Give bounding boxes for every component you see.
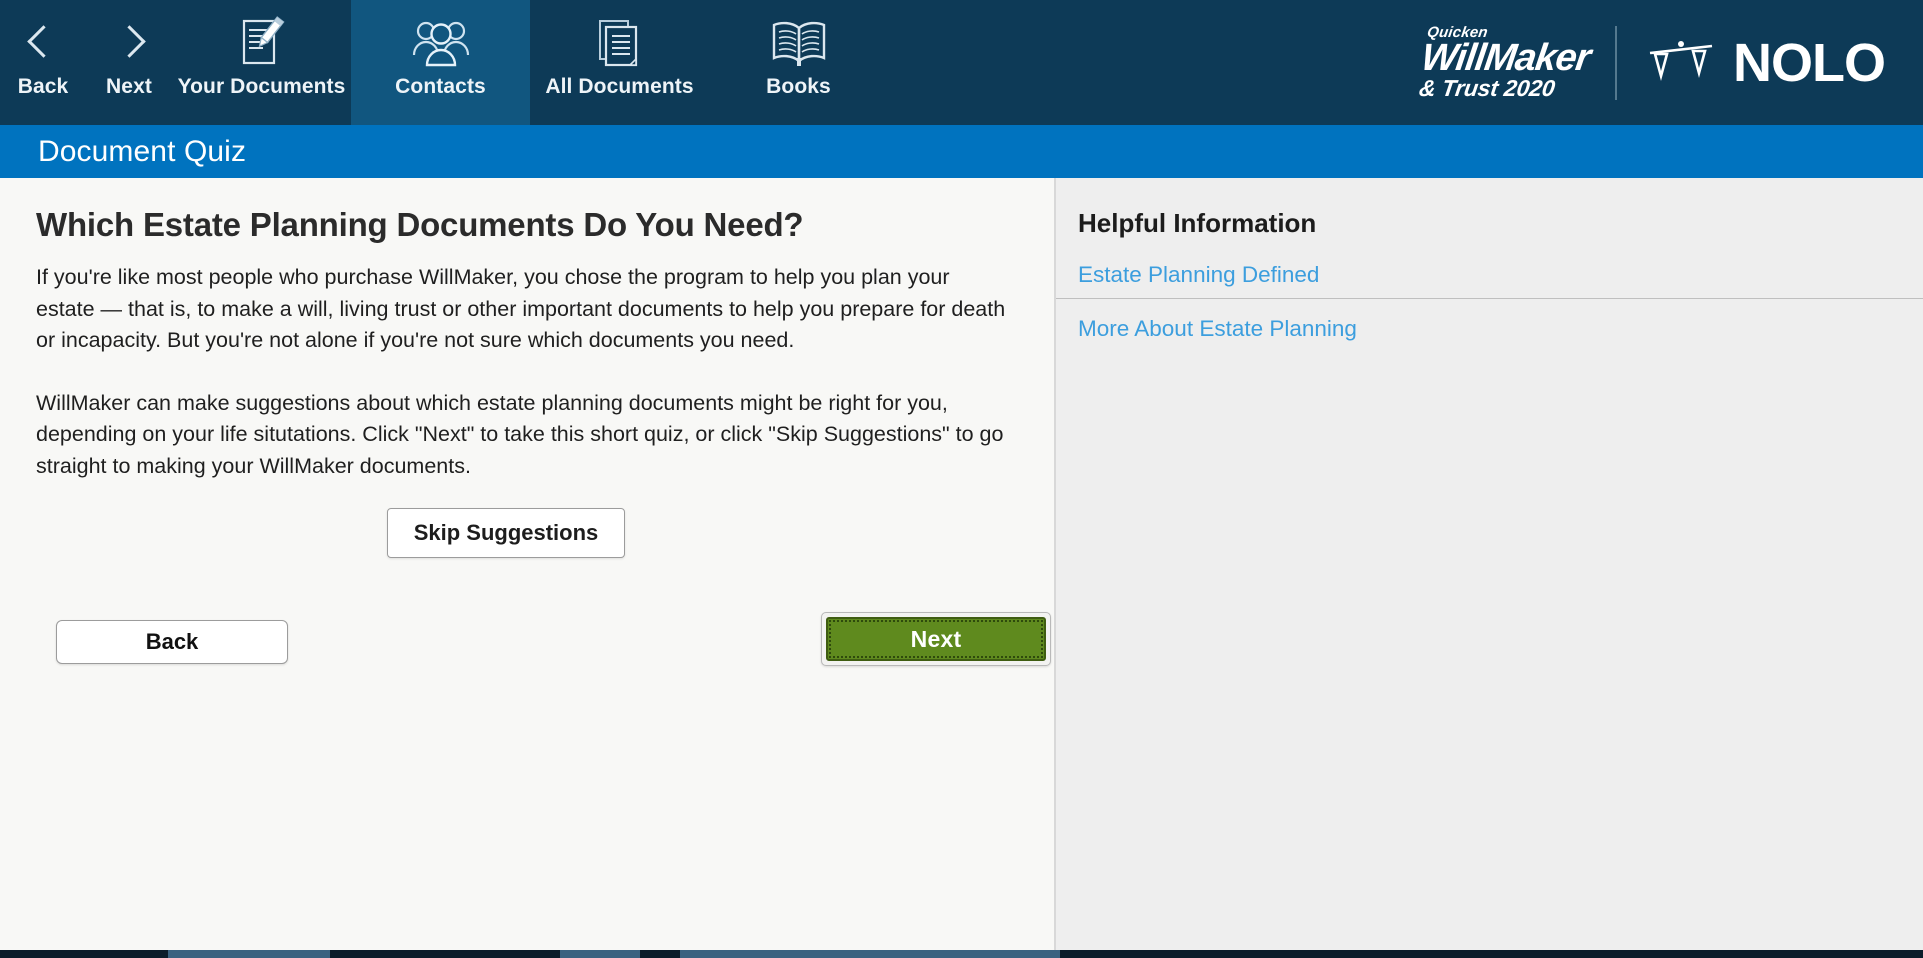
back-button[interactable]: Back <box>56 620 288 664</box>
chevron-right-icon <box>118 20 141 62</box>
helpful-information-title: Helpful Information <box>1078 208 1923 239</box>
willmaker-logo-name: WillMaker <box>1419 41 1592 76</box>
skip-button-row: Skip Suggestions <box>36 508 1054 558</box>
nav-item-all-documents-label: All Documents <box>545 76 693 97</box>
nav-item-books[interactable]: Books <box>709 0 888 125</box>
wizard-navigation-buttons: Back Next <box>36 612 1054 672</box>
nolo-logo: NOLO <box>1645 32 1885 93</box>
page-title: Which Estate Planning Documents Do You N… <box>36 206 1054 244</box>
bottom-strip-segment <box>640 950 680 958</box>
scales-of-justice-icon <box>1645 32 1717 93</box>
documents-stack-icon <box>591 14 649 74</box>
nav-item-contacts[interactable]: Contacts <box>351 0 530 125</box>
nav-item-next-label: Next <box>106 76 152 97</box>
helpful-information-pane: Helpful Information Estate Planning Defi… <box>1056 178 1923 958</box>
nav-item-books-label: Books <box>766 76 831 97</box>
nav-item-contacts-label: Contacts <box>395 76 486 97</box>
main-content-pane: Which Estate Planning Documents Do You N… <box>0 178 1056 958</box>
content-area: Which Estate Planning Documents Do You N… <box>0 178 1923 958</box>
page-titlebar-text: Document Quiz <box>38 135 246 169</box>
next-button[interactable]: Next <box>826 617 1046 661</box>
intro-paragraph-1: If you're like most people who purchase … <box>36 262 1011 357</box>
brand-logos: Quicken WillMaker & Trust 2020 NOLO <box>1421 0 1923 125</box>
nav-item-back-label: Back <box>18 76 69 97</box>
nav-item-your-documents[interactable]: Your Documents <box>172 0 351 125</box>
bottom-strip-segment <box>330 950 560 958</box>
skip-suggestions-button[interactable]: Skip Suggestions <box>387 508 626 558</box>
nav-items-group: Back Next <box>0 0 888 125</box>
helpful-link-estate-planning-defined[interactable]: Estate Planning Defined <box>1078 259 1923 298</box>
willmaker-logo-trust-year: & Trust 2020 <box>1418 77 1556 100</box>
document-pencil-icon <box>233 14 291 74</box>
chevron-left-icon <box>32 20 55 62</box>
bottom-strip-segment <box>0 950 168 958</box>
bottom-status-strip <box>0 950 1923 958</box>
intro-paragraph-2: WillMaker can make suggestions about whi… <box>36 388 1011 483</box>
nav-item-next[interactable]: Next <box>86 0 172 125</box>
nav-spacer <box>888 0 1421 125</box>
people-group-icon <box>410 14 472 74</box>
willmaker-logo: Quicken WillMaker & Trust 2020 <box>1416 25 1621 100</box>
nolo-wordmark: NOLO <box>1733 36 1885 90</box>
bottom-strip-segment <box>1060 950 1923 958</box>
next-button-focus-frame: Next <box>821 612 1051 666</box>
nav-item-your-documents-label: Your Documents <box>178 76 346 97</box>
open-book-icon <box>768 14 830 74</box>
helpful-links-divider <box>1056 298 1923 299</box>
nav-item-back[interactable]: Back <box>0 0 86 125</box>
top-navigation-bar: Back Next <box>0 0 1923 125</box>
page-titlebar: Document Quiz <box>0 125 1923 178</box>
nav-item-all-documents[interactable]: All Documents <box>530 0 709 125</box>
helpful-link-more-about-estate-planning[interactable]: More About Estate Planning <box>1078 313 1923 352</box>
application-window: Back Next <box>0 0 1923 958</box>
